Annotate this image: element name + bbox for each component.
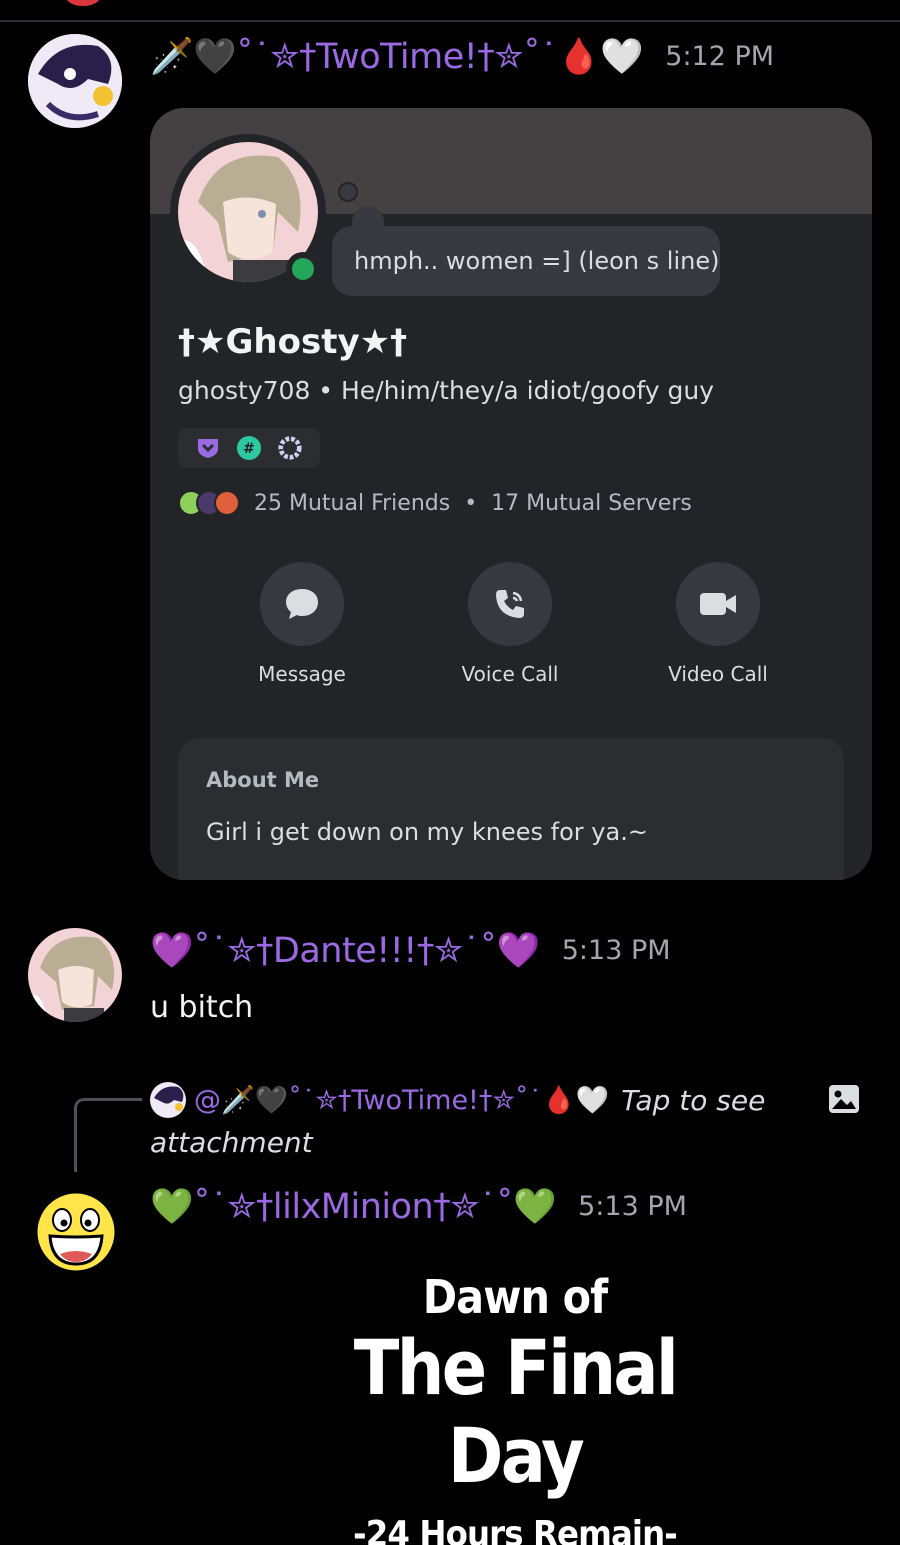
mutuals-row[interactable]: 25 Mutual Friends • 17 Mutual Servers: [178, 490, 692, 516]
image-icon: [828, 1084, 860, 1114]
notification-dot: [66, 0, 100, 6]
badge-row: #: [178, 428, 320, 468]
reply-avatar: [150, 1082, 186, 1118]
reply-mention[interactable]: @🗡️🖤˚˙✮†TwoTime!†✮˚˙🩸🤍: [194, 1084, 609, 1116]
display-name: †★Ghosty★†: [178, 322, 408, 362]
video-call-button[interactable]: Video Call: [638, 562, 798, 686]
message-label: Message: [258, 662, 346, 686]
timestamp: 5:13 PM: [561, 935, 671, 966]
action-row: Message Voice Call Video Call: [150, 562, 872, 686]
status-bubble-dot: [338, 182, 358, 202]
chat-bubble-icon[interactable]: [260, 562, 344, 646]
timestamp: 5:13 PM: [578, 1191, 687, 1222]
about-me-heading: About Me: [206, 768, 320, 792]
reply-preview-text-cont: attachment: [150, 1126, 313, 1159]
nitro-badge-icon[interactable]: [195, 435, 221, 461]
message-header: 💚˚˙✮†lilxMinion†✮˙˚💚 5:13 PM: [150, 1186, 687, 1227]
boost-badge-icon[interactable]: [277, 435, 303, 461]
attachment-line: Dawn of: [422, 1270, 608, 1324]
svg-text:#: #: [243, 441, 255, 457]
avatar-dante[interactable]: [28, 928, 122, 1022]
hashtag-badge-icon[interactable]: #: [236, 435, 262, 461]
image-attachment[interactable]: Dawn of The Final Day -24 Hours Remain-: [270, 1270, 760, 1545]
online-status-icon: [286, 252, 320, 286]
username[interactable]: 💚˚˙✮†lilxMinion†✮˙˚💚: [150, 1186, 557, 1227]
video-call-label: Video Call: [668, 662, 768, 686]
divider: [0, 20, 900, 22]
username[interactable]: 💜˚˙✮†Dante!!!†✮˙˚💜: [150, 930, 540, 971]
mutual-servers[interactable]: 17 Mutual Servers: [491, 491, 692, 516]
message-button[interactable]: Message: [222, 562, 382, 686]
avatar-twotime[interactable]: [28, 34, 122, 128]
camera-icon[interactable]: [676, 562, 760, 646]
separator-dot: •: [464, 490, 478, 516]
handle-pronouns: ghosty708 • He/him/they/a idiot/goofy gu…: [178, 376, 715, 405]
timestamp: 5:12 PM: [665, 41, 775, 72]
voice-call-button[interactable]: Voice Call: [430, 562, 590, 686]
message-header: 🗡️🖤˚˙✮†TwoTime!†✮˚˙🩸🤍 5:12 PM: [150, 36, 774, 77]
attachment-subtitle: -24 Hours Remain-: [353, 1514, 678, 1545]
mutual-avatar: [214, 490, 240, 516]
voice-call-label: Voice Call: [461, 662, 559, 686]
mutual-friends[interactable]: 25 Mutual Friends: [254, 491, 450, 516]
attachment-title: The Final Day: [353, 1323, 679, 1500]
username[interactable]: 🗡️🖤˚˙✮†TwoTime!†✮˚˙🩸🤍: [150, 36, 644, 77]
about-me-text: Girl i get down on my knees for ya.~: [206, 818, 648, 846]
message-text: u bitch: [150, 990, 254, 1025]
custom-status: hmph.. women =] (leon s line): [332, 226, 720, 296]
avatar-lilxminion[interactable]: [34, 1190, 118, 1274]
phone-icon[interactable]: [468, 562, 552, 646]
reply-connector: [74, 1098, 142, 1172]
message-header: 💜˚˙✮†Dante!!!†✮˙˚💜 5:13 PM: [150, 930, 671, 971]
about-me-section: About Me Girl i get down on my knees for…: [178, 738, 844, 880]
reply-preview-text: Tap to see: [621, 1083, 766, 1117]
reply-preview[interactable]: @🗡️🖤˚˙✮†TwoTime!†✮˚˙🩸🤍 Tap to see: [150, 1082, 765, 1118]
profile-card: hmph.. women =] (leon s line) †★Ghosty★†…: [150, 108, 872, 880]
